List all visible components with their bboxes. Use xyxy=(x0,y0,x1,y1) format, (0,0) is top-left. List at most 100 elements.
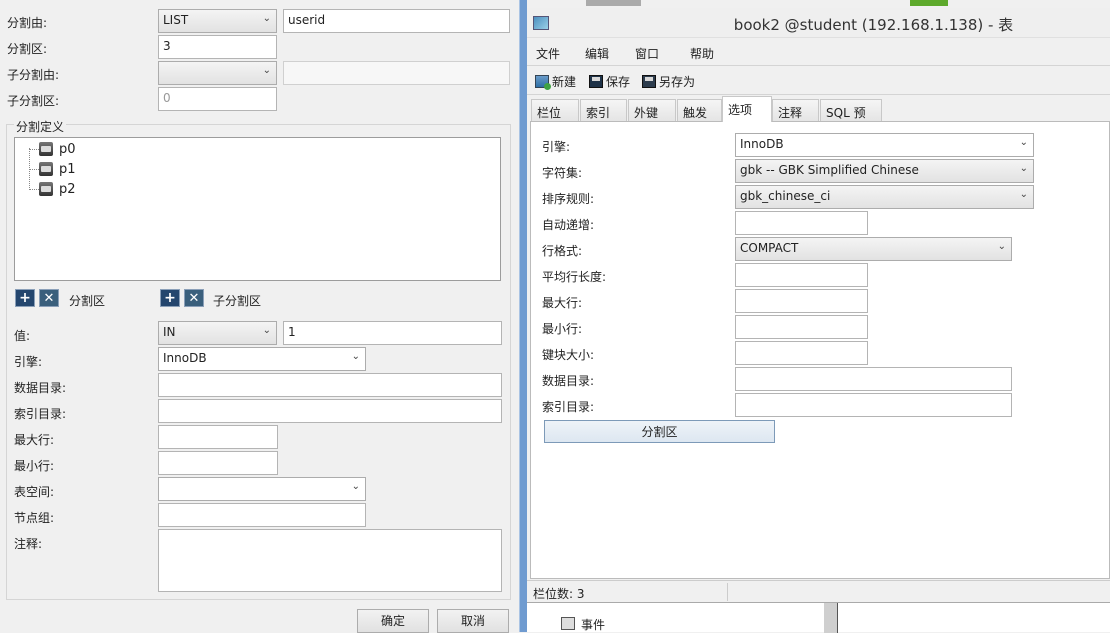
index-dir-label: 索引目录: xyxy=(542,400,595,414)
partition-tree[interactable]: p0 p1 p2 xyxy=(14,137,501,281)
add-subpartition-button[interactable]: + xyxy=(160,289,180,307)
tree-item-events[interactable]: 事件 xyxy=(581,616,605,633)
chevron-down-icon: ⌄ xyxy=(997,241,1006,252)
min-rows-input[interactable] xyxy=(735,315,868,339)
data-dir-label: 数据目录: xyxy=(542,374,595,388)
row-format-select[interactable]: COMPACT ⌄ xyxy=(735,237,1012,261)
charset-select[interactable]: gbk -- GBK Simplified Chinese ⌄ xyxy=(735,159,1034,183)
row-format-label: 行格式: xyxy=(542,244,583,258)
partition-icon xyxy=(39,182,53,196)
chevron-down-icon: ⌄ xyxy=(262,325,271,336)
partition-by-expression[interactable]: userid xyxy=(283,9,510,33)
save-button[interactable]: 保存 xyxy=(589,73,630,90)
chevron-down-icon: ⌄ xyxy=(262,65,271,76)
partition-button[interactable]: 分割区 xyxy=(544,420,775,443)
tab-fields[interactable]: 栏位 xyxy=(531,99,579,122)
partition-icon xyxy=(39,142,53,156)
tree-connector xyxy=(29,149,39,150)
tablespace-select[interactable]: ⌄ xyxy=(158,477,366,501)
subpartition-by-expression[interactable] xyxy=(283,61,510,85)
data-dir-input[interactable] xyxy=(735,367,1012,391)
tree-item-p1[interactable]: p1 xyxy=(39,160,76,178)
partition-by-label: 分割由: xyxy=(7,16,48,30)
engine-value: InnoDB xyxy=(740,137,784,151)
tree-item-p2[interactable]: p2 xyxy=(39,180,76,198)
chevron-down-icon: ⌄ xyxy=(262,13,271,24)
value-operator-select[interactable]: IN ⌄ xyxy=(158,321,277,345)
plus-icon: + xyxy=(19,290,31,306)
event-icon xyxy=(561,617,575,630)
partition-buttons-label: 分割区 xyxy=(69,294,106,308)
background-navigator-tree: 事件 xyxy=(527,602,1110,633)
engine-select[interactable]: InnoDB ⌄ xyxy=(158,347,366,371)
min-rows-label: 最小行: xyxy=(14,459,55,473)
add-partition-button[interactable]: + xyxy=(15,289,35,307)
save-as-label: 另存为 xyxy=(659,75,696,89)
avg-row-length-input[interactable] xyxy=(735,263,868,287)
save-as-button[interactable]: 另存为 xyxy=(642,73,695,90)
max-rows-label: 最大行: xyxy=(542,296,583,310)
row-format-value: COMPACT xyxy=(740,241,799,255)
toolbar: 新建 保存 另存为 xyxy=(527,67,1110,95)
tab-options[interactable]: 选项 xyxy=(722,96,772,122)
tab-bar: 栏位 索引 外键 触发器 选项 注释 SQL 预览 xyxy=(527,96,1110,137)
index-dir-input[interactable] xyxy=(158,399,502,423)
max-rows-input[interactable] xyxy=(735,289,868,313)
partition-by-select[interactable]: LIST ⌄ xyxy=(158,9,277,33)
delete-partition-button[interactable]: ✕ xyxy=(39,289,59,307)
menu-file[interactable]: 文件 xyxy=(536,45,560,62)
nodegroup-input[interactable] xyxy=(158,503,366,527)
tree-item-p0[interactable]: p0 xyxy=(39,140,76,158)
value-label: 值: xyxy=(14,329,31,343)
tree-connector xyxy=(29,189,39,190)
engine-label: 引擎: xyxy=(14,355,43,369)
collation-select[interactable]: gbk_chinese_ci ⌄ xyxy=(735,185,1034,209)
delete-subpartition-button[interactable]: ✕ xyxy=(184,289,204,307)
chevron-down-icon: ⌄ xyxy=(351,481,360,492)
auto-increment-input[interactable] xyxy=(735,211,868,235)
background-element xyxy=(910,0,948,6)
chevron-down-icon: ⌄ xyxy=(1019,189,1028,200)
partition-definition-legend: 分割定义 xyxy=(14,118,67,135)
tab-comment[interactable]: 注释 xyxy=(772,99,819,122)
table-designer-window: book2 @student (192.168.1.138) - 表 文件 编辑… xyxy=(527,0,1110,633)
engine-label: 引擎: xyxy=(542,140,571,154)
data-dir-input[interactable] xyxy=(158,373,502,397)
chevron-down-icon: ⌄ xyxy=(1019,137,1028,148)
chevron-down-icon: ⌄ xyxy=(1019,163,1028,174)
ok-button[interactable]: 确定 xyxy=(357,609,429,633)
partitions-count-input[interactable]: 3 xyxy=(158,35,277,59)
partition-dialog: 分割由: LIST ⌄ userid 分割区: 3 子分割由: ⌄ 子分割区: … xyxy=(0,0,520,633)
background-window-strip xyxy=(527,0,1110,8)
tab-indexes[interactable]: 索引 xyxy=(580,99,627,122)
tree-connector xyxy=(29,169,39,170)
min-rows-label: 最小行: xyxy=(542,322,583,336)
cancel-button[interactable]: 取消 xyxy=(437,609,509,633)
new-table-icon xyxy=(535,75,551,90)
tab-foreign-keys[interactable]: 外键 xyxy=(628,99,676,122)
index-dir-input[interactable] xyxy=(735,393,1012,417)
key-block-size-label: 键块大小: xyxy=(542,348,595,362)
tablespace-label: 表空间: xyxy=(14,485,55,499)
menu-help[interactable]: 帮助 xyxy=(690,45,714,62)
tab-sql-preview[interactable]: SQL 预览 xyxy=(820,99,882,137)
menu-edit[interactable]: 编辑 xyxy=(585,45,609,62)
tab-triggers[interactable]: 触发器 xyxy=(677,99,722,137)
window-title: book2 @student (192.168.1.138) - 表 xyxy=(733,16,1014,34)
save-label: 保存 xyxy=(606,75,631,89)
plus-icon: + xyxy=(164,290,176,306)
value-input[interactable]: 1 xyxy=(283,321,502,345)
subpartition-by-select[interactable]: ⌄ xyxy=(158,61,277,85)
chevron-down-icon: ⌄ xyxy=(351,351,360,362)
subpartition-buttons-label: 子分割区 xyxy=(213,294,262,308)
menu-window[interactable]: 窗口 xyxy=(635,45,659,62)
scrollbar[interactable] xyxy=(824,603,838,633)
comment-textarea[interactable] xyxy=(158,529,502,592)
min-rows-input[interactable] xyxy=(158,451,278,475)
subpartitions-count-input[interactable]: 0 xyxy=(158,87,277,111)
new-button[interactable]: 新建 xyxy=(535,73,576,90)
engine-select[interactable]: InnoDB ⌄ xyxy=(735,133,1034,157)
key-block-size-input[interactable] xyxy=(735,341,868,365)
max-rows-input[interactable] xyxy=(158,425,278,449)
index-dir-label: 索引目录: xyxy=(14,407,67,421)
